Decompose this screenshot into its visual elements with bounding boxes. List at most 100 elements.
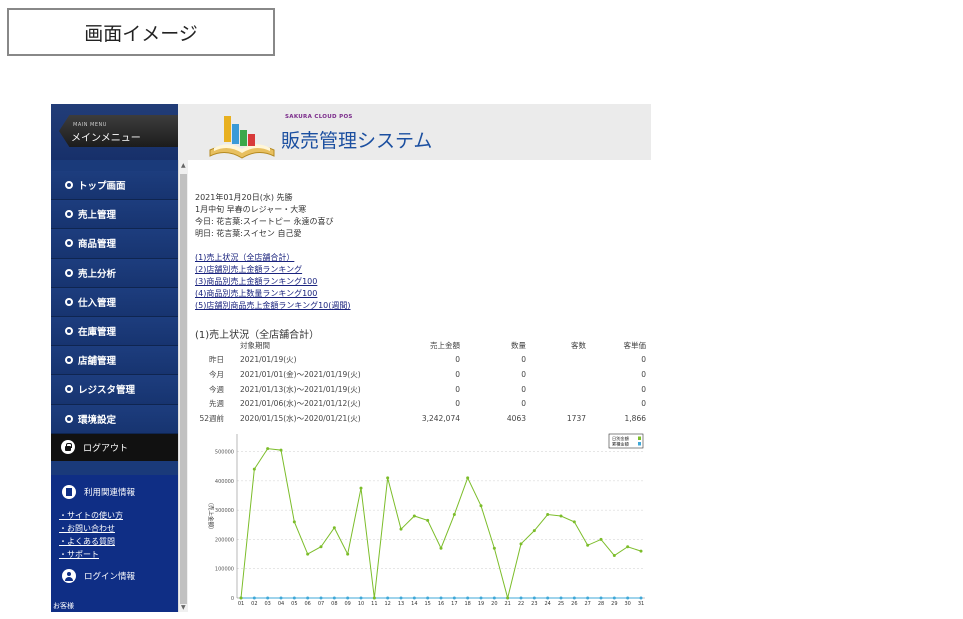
main-menu-title: メインメニュー: [71, 133, 141, 144]
menu-item-label: 店舗管理: [78, 356, 117, 368]
menu-item-top[interactable]: トップ画面: [51, 171, 178, 201]
x-tick-label: 31: [638, 601, 644, 607]
data-point: [252, 467, 256, 471]
table-cell: 先週: [209, 399, 224, 409]
data-point: [426, 596, 430, 600]
x-tick-label: 02: [251, 601, 257, 607]
link-how-to-use[interactable]: ・サイトの使い方: [59, 509, 178, 522]
y-tick-label: 300000: [215, 508, 234, 514]
link-faq[interactable]: ・よくある質問: [59, 535, 178, 548]
link-label: お問い合わせ: [67, 524, 115, 533]
table-row: 52週前 2020/01/15(水)～2020/01/21(火) 3,242,0…: [198, 411, 646, 426]
scrollbar-thumb[interactable]: [180, 174, 187, 604]
app-header: SAKURA CLOUD POS 販売管理システム: [178, 104, 651, 160]
data-point: [506, 596, 510, 600]
link-contact[interactable]: ・お問い合わせ: [59, 522, 178, 535]
data-point: [346, 552, 350, 556]
data-point: [266, 596, 270, 600]
data-point: [559, 596, 563, 600]
data-point: [612, 554, 616, 558]
link-store-ranking[interactable]: (2)店舗別売上金額ランキング: [195, 264, 645, 276]
data-point: [572, 596, 576, 600]
scroll-down-icon[interactable]: ▼: [181, 604, 186, 611]
table-cell: 0: [641, 384, 646, 394]
link-store-product-ranking[interactable]: (5)店舗別商品売上金額ランキング10(週間): [195, 300, 645, 312]
legend-label: 累積金額: [612, 441, 630, 448]
data-point: [479, 504, 483, 508]
menu-item-label: 在庫管理: [78, 327, 117, 339]
menu-item-sales[interactable]: 売上管理: [51, 200, 178, 230]
x-tick-label: 27: [584, 601, 590, 607]
info-tomorrow-flower: 明日: 花言葉:スイセン 自己愛: [195, 229, 302, 238]
data-point: [599, 596, 603, 600]
table-cell: 52週前: [199, 413, 224, 423]
x-tick-label: 15: [424, 601, 430, 607]
data-point: [306, 552, 310, 556]
x-tick-label: 16: [438, 601, 444, 607]
login-info-title: ログイン情報: [84, 572, 136, 582]
table-cell: 0: [641, 355, 646, 365]
menu-item-stores[interactable]: 店舗管理: [51, 346, 178, 376]
data-point: [492, 546, 496, 550]
menu-item-settings[interactable]: 環境設定: [51, 404, 178, 434]
x-tick-label: 26: [571, 601, 577, 607]
data-point: [386, 476, 390, 480]
x-tick-label: 09: [344, 601, 350, 607]
data-point: [466, 596, 470, 600]
main-menu-tag: MAIN MENU メインメニュー: [59, 115, 189, 147]
data-point: [466, 476, 470, 480]
table-row: 先週 2021/01/06(水)～2021/01/12(火) 0 0 0: [198, 396, 646, 411]
brand-title: 販売管理システム: [281, 130, 433, 152]
logout-button[interactable]: ログアウト: [51, 433, 178, 461]
data-point: [319, 596, 323, 600]
sidebar-scrollbar[interactable]: ▲ ▼: [178, 160, 188, 612]
data-point: [359, 596, 363, 600]
menu-item-registers[interactable]: レジスタ管理: [51, 375, 178, 405]
table-cell: 1737: [566, 413, 586, 423]
data-point: [586, 543, 590, 547]
link-support[interactable]: ・サポート: [59, 548, 178, 561]
table-cell: 2021/01/13(水)～2021/01/19(火): [240, 384, 361, 394]
menu-item-products[interactable]: 商品管理: [51, 229, 178, 259]
table-cell: [526, 382, 586, 397]
sidebar-info-area: 利用関連情報 ・サイトの使い方 ・お問い合わせ ・よくある質問 ・サポート ログ…: [51, 475, 178, 612]
data-point: [346, 596, 350, 600]
menu-item-analysis[interactable]: 売上分析: [51, 258, 178, 288]
x-tick-label: 11: [371, 601, 377, 607]
bullet-icon: [65, 268, 73, 277]
table-cell: 2021/01/19(火): [240, 355, 297, 365]
table-cell: 昨日: [209, 355, 224, 365]
link-label: よくある質問: [67, 537, 115, 546]
bullet-icon: [65, 297, 73, 306]
table-cell: [526, 353, 586, 368]
data-point: [492, 596, 496, 600]
scroll-up-icon[interactable]: ▲: [181, 162, 186, 169]
table-cell: 0: [641, 369, 646, 379]
x-tick-label: 07: [318, 601, 324, 607]
x-tick-label: 03: [264, 601, 270, 607]
table-cell: 2021/01/06(水)～2021/01/12(火): [240, 399, 361, 409]
y-tick-label: 400000: [215, 479, 234, 485]
link-sales-status[interactable]: (1)売上状況（全店舗合計）: [195, 252, 645, 264]
guest-label: お客様: [53, 602, 74, 610]
y-axis-label: （売上金額）: [207, 499, 215, 532]
table-cell: [526, 396, 586, 411]
table-cell: 0: [641, 399, 646, 409]
login-info-heading: ログイン情報: [51, 561, 178, 583]
data-point: [586, 596, 590, 600]
menu-item-inventory[interactable]: 在庫管理: [51, 316, 178, 347]
menu-item-label: レジスタ管理: [78, 385, 136, 397]
table-cell: 0: [455, 355, 460, 365]
data-point: [452, 513, 456, 517]
main-menu-header: MAIN MENU メインメニュー: [51, 104, 189, 160]
data-point: [319, 545, 323, 549]
lock-icon: [61, 440, 75, 455]
x-tick-label: 28: [598, 601, 604, 607]
table-cell: 1,866: [624, 413, 646, 423]
link-product-qty-ranking[interactable]: (4)商品別売上数量ランキング100: [195, 288, 645, 300]
link-product-amount-ranking[interactable]: (3)商品別売上金額ランキング100: [195, 276, 645, 288]
bullet-icon: [65, 239, 73, 248]
sales-summary-table: 対象期間 売上金額 数量 客数 客単価 昨日 2021/01/19(火) 0 0…: [198, 338, 646, 426]
menu-item-purchasing[interactable]: 仕入管理: [51, 287, 178, 317]
document-icon: [62, 485, 76, 499]
